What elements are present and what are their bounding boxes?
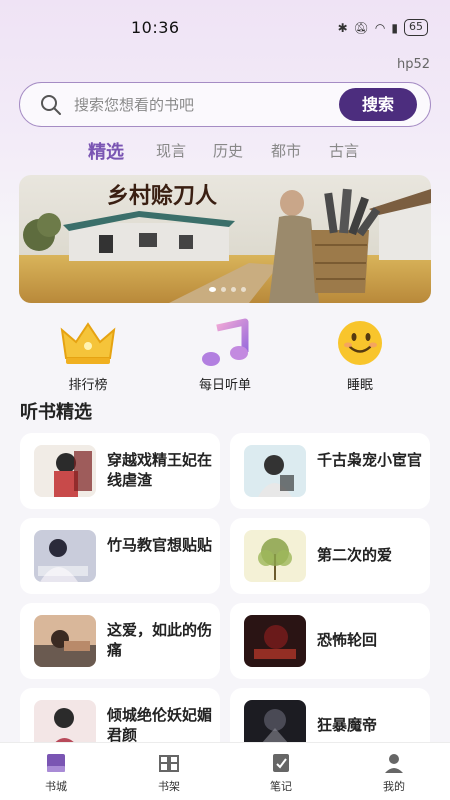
category-tabs: 精选 现言 历史 都市 古言	[0, 138, 450, 166]
nav-label: 书架	[158, 780, 180, 793]
profile-icon	[385, 754, 403, 773]
book-card[interactable]: 第二次的爱	[230, 518, 430, 594]
crown-icon	[60, 322, 116, 364]
book-title: 竹马教官想贴贴	[107, 536, 213, 554]
banner-dot	[221, 287, 226, 292]
nav-notes[interactable]: 笔记	[251, 751, 311, 794]
tab-urban[interactable]: 都市	[271, 140, 301, 161]
banner-image: 乡村赊刀人	[19, 175, 431, 303]
nav-label: 我的	[383, 780, 405, 793]
banner-pagination	[209, 287, 246, 292]
quick-link-sleep[interactable]: 睡眠	[305, 318, 415, 393]
book-card[interactable]: 千古枭宠小宦官	[230, 433, 430, 509]
book-cover	[244, 530, 306, 582]
bottom-navigation: 书城 书架 笔记 我的	[0, 742, 450, 800]
book-cover	[34, 615, 96, 667]
nav-label: 笔记	[270, 780, 292, 793]
book-title: 恐怖轮回	[317, 631, 378, 649]
tab-modern-romance[interactable]: 现言	[156, 140, 186, 161]
book-cover	[34, 530, 96, 582]
bluetooth-icon: ✱	[337, 20, 348, 35]
status-time: 10:36	[131, 18, 180, 37]
search-input[interactable]: 搜索您想看的书吧	[74, 94, 194, 115]
banner-dot	[209, 287, 216, 292]
book-title: 倾城绝伦妖妃媚君颜	[107, 706, 213, 744]
smiley-icon	[338, 321, 382, 365]
tab-featured[interactable]: 精选	[88, 138, 124, 164]
book-title: 狂暴魔帝	[317, 716, 378, 734]
tab-history[interactable]: 历史	[213, 140, 243, 161]
search-bar[interactable]: 搜索您想看的书吧 搜索	[19, 82, 431, 127]
nav-label: 书城	[45, 780, 67, 793]
quick-link-label: 排行榜	[68, 378, 108, 393]
notes-icon	[273, 754, 289, 772]
nav-book-city[interactable]: 书城	[26, 751, 86, 794]
nav-bookshelf[interactable]: 书架	[139, 751, 199, 794]
bookshelf-icon	[159, 755, 179, 772]
promo-banner[interactable]: 乡村赊刀人	[19, 175, 431, 303]
section-title: 听书精选	[20, 402, 92, 423]
banner-dot	[231, 287, 236, 292]
search-icon	[41, 95, 61, 115]
book-title: 这爱，如此的伤痛	[107, 621, 213, 659]
user-tag: hp52	[396, 57, 430, 72]
book-city-icon	[47, 754, 65, 772]
book-card[interactable]: 恐怖轮回	[230, 603, 430, 679]
music-note-icon	[202, 318, 249, 366]
book-title: 千古枭宠小宦官	[317, 451, 423, 469]
book-card[interactable]: 穿越戏精王妃在线虐渣	[20, 433, 220, 509]
tab-ancient-romance[interactable]: 古言	[329, 140, 359, 161]
book-cover	[34, 445, 96, 497]
book-card[interactable]: 这爱，如此的伤痛	[20, 603, 220, 679]
book-cover	[244, 445, 306, 497]
quick-link-ranking[interactable]: 排行榜	[33, 318, 143, 393]
status-icons: ✱ 🔕︎ ◠ ▮ 65	[338, 19, 428, 36]
book-title: 穿越戏精王妃在线虐渣	[107, 451, 213, 489]
wifi-icon: ◠	[374, 20, 386, 35]
banner-title: 乡村赊刀人	[107, 183, 217, 209]
battery-indicator: 65	[404, 19, 428, 36]
banner-dot	[241, 287, 246, 292]
quick-link-label: 每日听单	[198, 378, 251, 393]
nav-profile[interactable]: 我的	[364, 751, 424, 794]
status-bar: 10:36 ✱ 🔕︎ ◠ ▮ 65	[0, 0, 450, 55]
book-card[interactable]: 竹马教官想贴贴	[20, 518, 220, 594]
quick-link-daily-list[interactable]: 每日听单	[170, 318, 280, 393]
mute-icon: 🔕︎	[353, 20, 369, 35]
search-button[interactable]: 搜索	[339, 88, 417, 121]
book-title: 第二次的爱	[317, 546, 393, 564]
book-cover	[244, 615, 306, 667]
signal-icon: ▮	[391, 20, 398, 35]
quick-link-label: 睡眠	[346, 378, 373, 393]
